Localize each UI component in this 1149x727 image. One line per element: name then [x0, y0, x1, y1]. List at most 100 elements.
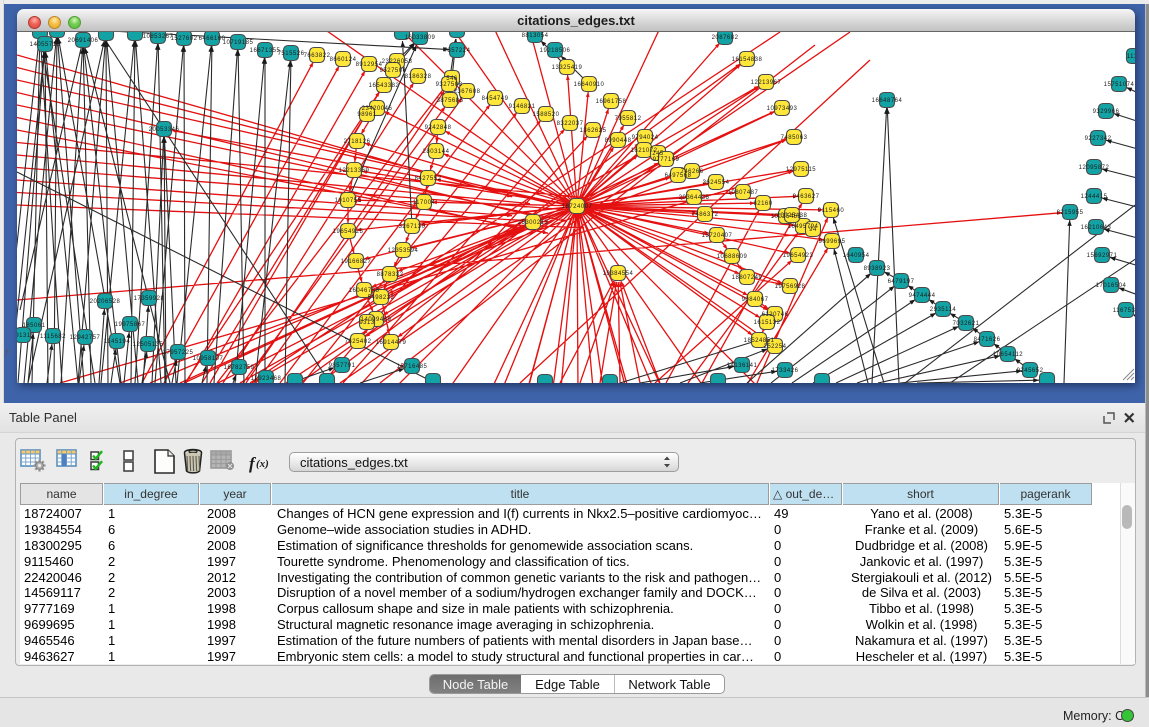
svg-text:(x): (x)	[256, 458, 269, 470]
svg-text:6497568: 6497568	[665, 173, 692, 179]
svg-text:98961: 98961	[357, 112, 376, 118]
svg-text:2367608: 2367608	[454, 89, 481, 95]
svg-text:16782759: 16782759	[224, 365, 255, 371]
svg-text:10807487: 10807487	[728, 190, 759, 196]
svg-text:15720407: 15720407	[702, 233, 733, 239]
svg-text:13325419: 13325419	[552, 65, 583, 71]
svg-text:9146821: 9146821	[509, 104, 536, 110]
svg-text:1010755: 1010755	[335, 198, 362, 204]
svg-text:8215955: 8215955	[1057, 210, 1084, 216]
svg-text:19654923: 19654923	[783, 253, 814, 259]
svg-text:94: 94	[809, 227, 817, 233]
svg-text:16914479: 16914479	[376, 340, 407, 346]
svg-text:12923468: 12923468	[251, 376, 282, 382]
svg-text:5498222: 5498222	[368, 295, 395, 301]
svg-text:16961758: 16961758	[596, 99, 627, 105]
svg-text:16046756: 16046756	[349, 288, 380, 294]
svg-text:16640910: 16640910	[574, 82, 605, 88]
svg-text:8186328: 8186328	[405, 74, 432, 80]
svg-text:10719185: 10719185	[223, 40, 254, 46]
svg-text:1244415: 1244415	[1081, 194, 1108, 200]
svg-text:16033809: 16033809	[405, 35, 436, 41]
svg-text:8322037: 8322037	[557, 121, 584, 127]
svg-text:252254: 252254	[763, 344, 786, 350]
svg-text:16648764: 16648764	[872, 98, 903, 104]
svg-text:1733426: 1733426	[772, 368, 799, 374]
svg-text:1115682: 1115682	[40, 334, 66, 340]
svg-text:8990448: 8990448	[605, 138, 632, 144]
svg-text:14055712: 14055712	[30, 42, 61, 48]
svg-text:6120746: 6120746	[762, 312, 789, 318]
svg-text:17359928: 17359928	[134, 296, 165, 302]
svg-text:62160: 62160	[753, 201, 772, 207]
svg-text:9084067: 9084067	[742, 297, 769, 303]
svg-text:7857224: 7857224	[444, 48, 471, 54]
svg-text:14136141: 14136141	[727, 363, 758, 369]
svg-text:9794024: 9794024	[632, 135, 659, 141]
svg-text:3624554: 3624554	[703, 180, 730, 186]
svg-text:16543382: 16543382	[369, 83, 400, 89]
svg-text:9245652: 9245652	[1017, 368, 1044, 374]
svg-text:391319: 391319	[17, 333, 35, 339]
svg-text:8938923: 8938923	[864, 266, 891, 272]
svg-text:7663822: 7663822	[304, 53, 331, 59]
svg-text:3875685: 3875685	[437, 98, 464, 104]
svg-text:12353594: 12353594	[388, 248, 419, 254]
svg-text:20364436: 20364436	[679, 195, 710, 201]
svg-text:9777169: 9777169	[653, 157, 680, 163]
svg-text:12095872: 12095872	[1079, 165, 1110, 171]
svg-text:16154838: 16154838	[732, 57, 763, 63]
svg-text:12942757: 12942757	[70, 335, 101, 341]
svg-text:9699695: 9699695	[819, 239, 846, 245]
svg-text:16671355: 16671355	[250, 48, 281, 54]
svg-text:10853267: 10853267	[143, 34, 174, 40]
svg-text:15692971: 15692971	[1087, 253, 1118, 259]
svg-text:23226058: 23226058	[382, 59, 413, 65]
svg-text:1615132: 1615132	[754, 320, 781, 326]
svg-text:15751074: 15751074	[1104, 82, 1135, 88]
svg-text:1527602: 1527602	[171, 36, 198, 42]
svg-text:19384554: 19384554	[603, 271, 634, 277]
svg-text:18724007: 18724007	[562, 204, 593, 210]
svg-text:8660124: 8660124	[330, 57, 357, 63]
svg-text:9527506: 9527506	[380, 68, 407, 74]
svg-text:6466160: 6466160	[199, 36, 226, 42]
svg-text:1112: 1112	[1127, 54, 1135, 60]
svg-text:19166827: 19166827	[341, 259, 372, 265]
svg-text:10654112: 10654112	[993, 352, 1023, 358]
svg-text:12213967: 12213967	[751, 80, 782, 86]
svg-text:117004: 117004	[413, 200, 436, 206]
svg-text:8878332: 8878332	[377, 272, 404, 278]
svg-text:19975867: 19975867	[115, 322, 146, 328]
svg-text:9329966: 9329966	[1093, 109, 1120, 115]
svg-text:19654925: 19654925	[333, 229, 364, 235]
svg-text:3267130: 3267130	[399, 224, 426, 230]
svg-text:16210643: 16210643	[1081, 225, 1112, 231]
svg-text:7625402: 7625402	[345, 339, 372, 345]
svg-text:1167533: 1167533	[1113, 308, 1135, 314]
svg-text:9242848: 9242848	[425, 125, 452, 131]
svg-text:1145194: 1145194	[104, 339, 131, 345]
svg-text:185061: 185061	[22, 323, 45, 329]
svg-text:12975115: 12975115	[786, 167, 816, 173]
svg-text:1588520: 1588520	[533, 112, 560, 118]
svg-text:7955812: 7955812	[615, 116, 642, 122]
svg-text:7486372: 7486372	[692, 212, 719, 218]
svg-text:7515526: 7515526	[278, 51, 305, 57]
svg-text:1640954: 1640954	[843, 253, 870, 259]
svg-text:12213369: 12213369	[339, 168, 370, 174]
svg-text:9463627: 9463627	[793, 194, 820, 200]
svg-text:8813054: 8813054	[522, 33, 549, 39]
svg-text:8471626: 8471626	[974, 337, 1001, 343]
svg-text:7485063: 7485063	[781, 135, 808, 141]
svg-text:17016504: 17016504	[1096, 283, 1127, 289]
svg-text:8427552: 8427552	[415, 176, 442, 182]
svg-text:8912954: 8912954	[356, 62, 383, 68]
svg-text:20053346: 20053346	[149, 127, 180, 133]
svg-text:6479197: 6479197	[888, 279, 915, 285]
svg-text:9327508: 9327508	[436, 82, 463, 88]
svg-text:18807249: 18807249	[732, 275, 763, 281]
svg-text:1362625: 1362625	[580, 128, 607, 134]
svg-text:10025438: 10025438	[777, 213, 808, 219]
svg-text:19218506: 19218506	[540, 48, 571, 54]
